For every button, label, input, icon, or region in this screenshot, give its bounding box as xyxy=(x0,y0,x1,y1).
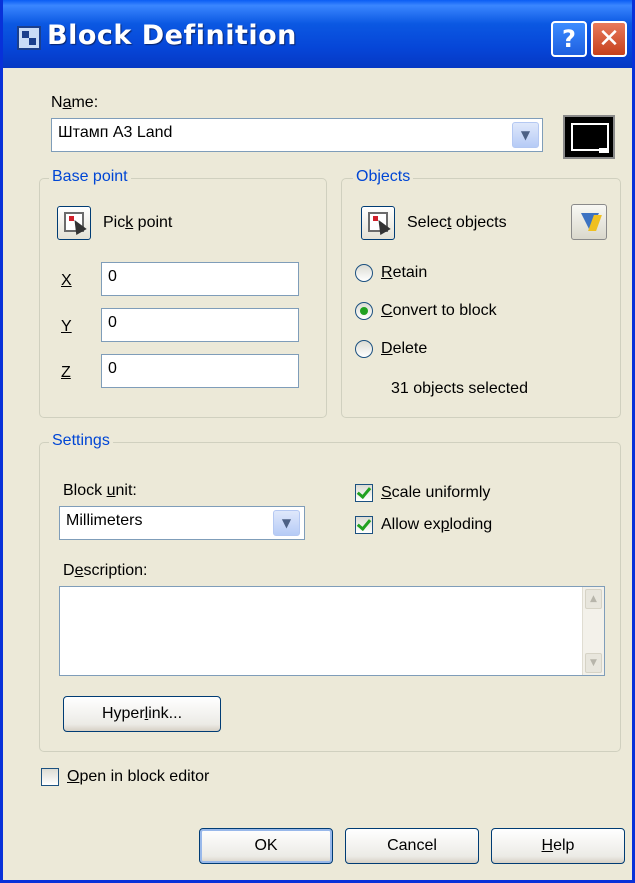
scroll-up-icon[interactable]: ▲ xyxy=(585,589,602,609)
name-value: Штамп А3 Land xyxy=(58,124,173,141)
allow-exploding-checkbox[interactable] xyxy=(355,516,373,534)
y-label: Y xyxy=(61,318,72,335)
objects-selected-status: 31 objects selected xyxy=(391,380,528,397)
cancel-button[interactable]: Cancel xyxy=(345,828,479,864)
x-label: X xyxy=(61,272,72,289)
close-button[interactable]: ✕ xyxy=(591,21,627,57)
retain-label: Retain xyxy=(381,264,428,281)
preview-stamp-icon xyxy=(599,148,609,153)
chevron-down-icon[interactable]: ▼ xyxy=(512,122,539,148)
convert-to-block-label: Convert to block xyxy=(381,302,497,319)
dialog-title: Block Definition xyxy=(47,20,297,51)
help-button[interactable]: Help xyxy=(491,828,625,864)
hyperlink-button[interactable]: Hyper l ink... xyxy=(63,696,221,732)
quick-select-button[interactable] xyxy=(571,204,607,240)
pick-point-label: Pick point xyxy=(103,214,173,231)
name-label: Name: xyxy=(51,94,99,111)
help-title-button[interactable]: ? xyxy=(551,21,587,57)
block-unit-select[interactable]: Millimeters xyxy=(59,506,305,540)
block-icon xyxy=(17,26,41,50)
delete-radio[interactable] xyxy=(355,340,373,358)
objects-title: Objects xyxy=(353,168,414,186)
block-preview xyxy=(563,115,615,159)
block-unit-label: Block unit: xyxy=(63,482,137,499)
title-bar[interactable]: Block Definition ? ✕ xyxy=(3,0,632,68)
base-point-title: Base point xyxy=(49,168,131,186)
preview-frame-icon xyxy=(571,123,609,151)
settings-title: Settings xyxy=(49,432,113,450)
scale-uniformly-checkbox[interactable] xyxy=(355,484,373,502)
y-input[interactable]: 0 xyxy=(101,308,299,342)
scroll-down-icon[interactable]: ▼ xyxy=(585,653,602,673)
scale-uniformly-label: Scale uniformly xyxy=(381,484,491,501)
select-objects-label: Select objects xyxy=(407,214,507,231)
ok-button[interactable]: OK xyxy=(199,828,333,864)
select-objects-button[interactable] xyxy=(361,206,395,240)
block-definition-dialog: Block Definition ? ✕ Name: Штамп А3 Land… xyxy=(0,0,635,883)
name-combobox[interactable]: Штамп А3 Land xyxy=(51,118,543,152)
allow-exploding-label: Allow exploding xyxy=(381,516,493,533)
z-input[interactable]: 0 xyxy=(101,354,299,388)
convert-to-block-radio[interactable] xyxy=(355,302,373,320)
retain-radio[interactable] xyxy=(355,264,373,282)
open-in-block-editor-checkbox[interactable] xyxy=(41,768,59,786)
block-unit-value: Millimeters xyxy=(66,512,143,529)
description-label: Description: xyxy=(63,562,148,579)
open-in-block-editor-label: Open in block editor xyxy=(67,768,210,785)
z-label: Z xyxy=(61,364,71,381)
description-textarea[interactable]: ▲ ▼ xyxy=(59,586,605,676)
x-input[interactable]: 0 xyxy=(101,262,299,296)
pick-point-button[interactable] xyxy=(57,206,91,240)
delete-label: Delete xyxy=(381,340,428,357)
description-scrollbar[interactable]: ▲ ▼ xyxy=(582,587,604,675)
chevron-down-icon[interactable]: ▼ xyxy=(273,510,300,536)
